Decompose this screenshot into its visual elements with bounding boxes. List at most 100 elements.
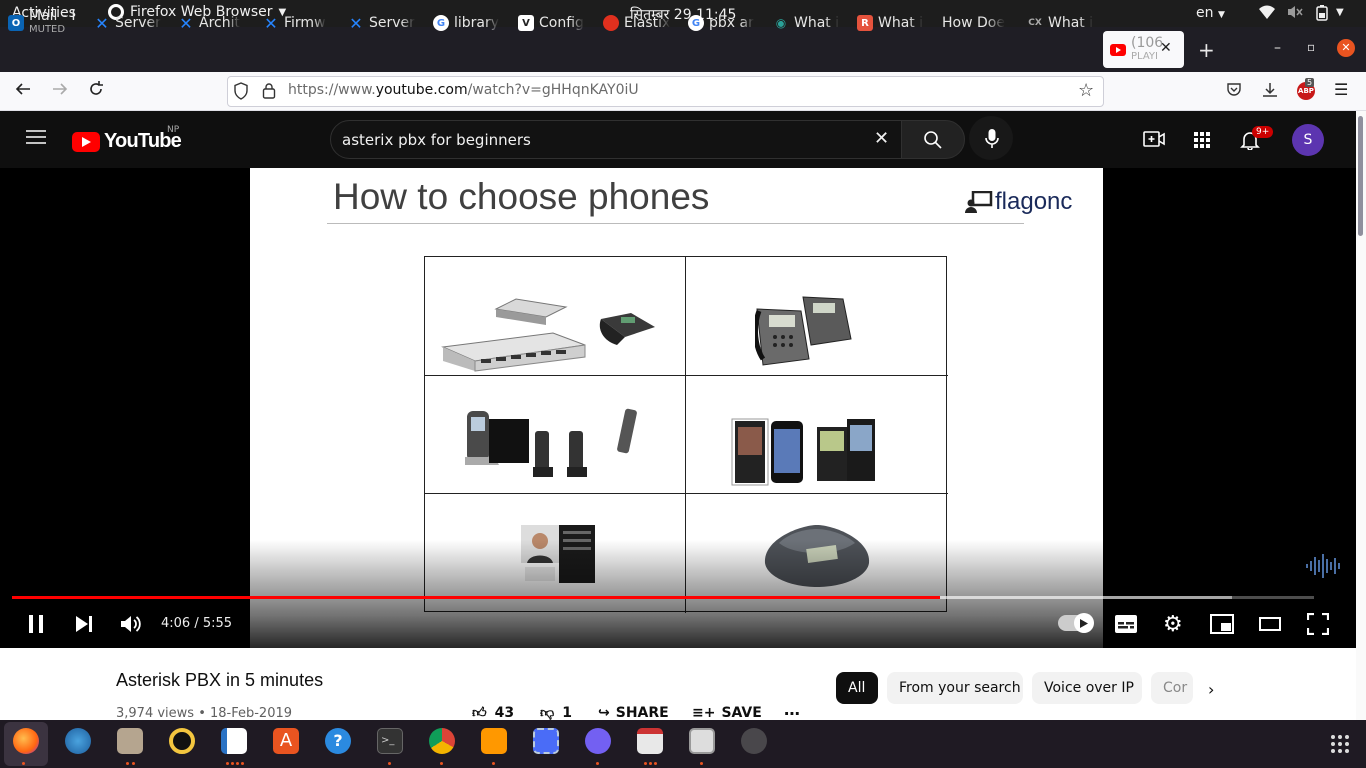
playlist-add-icon: ≡+ <box>692 705 716 721</box>
dislike-button[interactable]: 👎︎ 1 <box>540 704 572 722</box>
running-indicator <box>596 762 599 765</box>
cx-site-icon: CX <box>1028 18 1042 28</box>
chrome-icon[interactable] <box>429 728 455 754</box>
tab-library[interactable]: G library <box>433 6 505 40</box>
show-apps-grid-icon[interactable] <box>1330 734 1350 758</box>
document-viewer-icon[interactable] <box>689 728 715 754</box>
firefox-icon[interactable] <box>13 728 39 754</box>
maximize-icon[interactable]: ▫ <box>1307 40 1315 54</box>
tab-label: Server <box>369 15 415 31</box>
downloads-icon[interactable] <box>1261 81 1279 103</box>
viber-icon[interactable] <box>585 728 611 754</box>
guide-menu-icon[interactable] <box>26 129 46 149</box>
writer-icon[interactable] <box>221 728 247 754</box>
tracking-shield-icon[interactable] <box>233 82 249 104</box>
taskbar-dock <box>0 720 1366 768</box>
close-window-icon[interactable]: ✕ <box>1337 39 1355 57</box>
forward-arrow-icon[interactable] <box>51 80 69 102</box>
clear-search-icon[interactable]: ✕ <box>874 128 889 149</box>
share-button[interactable]: ↪ SHARE <box>598 705 669 721</box>
tab-what-2[interactable]: R What i <box>857 6 929 40</box>
sublime-text-icon[interactable] <box>481 728 507 754</box>
wifi-icon[interactable] <box>1258 4 1276 24</box>
running-indicator <box>700 762 703 765</box>
lock-icon[interactable] <box>262 82 276 103</box>
software-center-icon[interactable]: A <box>273 728 299 754</box>
running-indicator <box>644 762 647 765</box>
url-path: /watch?v=gHHqnKAY0iU <box>467 82 639 98</box>
scrollbar-thumb[interactable] <box>1358 116 1363 236</box>
pause-icon[interactable] <box>26 614 46 638</box>
save-button[interactable]: ≡+ SAVE <box>692 705 762 721</box>
back-arrow-icon[interactable] <box>14 80 32 102</box>
chip-voice-over-ip[interactable]: Voice over IP <box>1032 672 1142 704</box>
tab-how-does[interactable]: How Doe <box>942 6 1014 40</box>
tab-mail[interactable]: O Mail - I MUTED <box>8 6 80 40</box>
autoplay-toggle[interactable] <box>1058 613 1094 633</box>
running-indicator <box>126 762 129 765</box>
hamburger-menu-icon[interactable]: ☰ <box>1334 80 1348 99</box>
bookmark-star-icon[interactable]: ☆ <box>1078 80 1094 101</box>
running-indicator <box>440 762 443 765</box>
tab-what-3[interactable]: CX What i <box>1027 6 1099 40</box>
chip-cor[interactable]: Cor <box>1151 672 1193 704</box>
rhythmbox-icon[interactable] <box>169 728 195 754</box>
url-text[interactable]: https://www.youtube.com/watch?v=gHHqnKAY… <box>288 82 639 98</box>
youtube-play-icon <box>72 131 100 152</box>
share-arrow-icon: ↪ <box>598 705 610 721</box>
chevron-right-icon[interactable]: › <box>1208 680 1214 699</box>
video-title: Asterisk PBX in 5 minutes <box>116 670 324 690</box>
tab-server-1[interactable]: ✕ Server <box>94 6 166 40</box>
tab-label: What i <box>794 15 840 31</box>
next-video-icon[interactable] <box>74 614 94 638</box>
theater-mode-icon[interactable] <box>1259 616 1281 635</box>
minimize-icon[interactable]: – <box>1274 40 1281 56</box>
tab-label: Firmw <box>284 15 326 31</box>
create-video-icon[interactable] <box>1143 130 1165 152</box>
chip-all[interactable]: All <box>836 672 878 704</box>
system-menu-chevron-icon[interactable]: ▼ <box>1336 7 1344 18</box>
autoplay-play-icon <box>1074 613 1094 633</box>
ata-switch-phone-image <box>441 298 655 372</box>
running-indicator <box>388 762 391 765</box>
tab-server-2[interactable]: ✕ Server <box>348 6 420 40</box>
disk-icon[interactable] <box>741 728 767 754</box>
like-button[interactable]: 👍︎ 43 <box>472 704 515 722</box>
search-input[interactable]: asterix pbx for beginners <box>342 131 531 149</box>
files-icon[interactable] <box>117 728 143 754</box>
tab-label: Config <box>539 15 584 31</box>
help-icon[interactable]: ? <box>325 728 351 754</box>
tab-what-1[interactable]: ◉ What i <box>773 6 845 40</box>
miniplayer-icon[interactable] <box>1210 614 1234 638</box>
terminal-icon[interactable]: >_ <box>377 728 403 754</box>
volume-muted-icon[interactable] <box>1287 5 1303 23</box>
apps-grid-icon[interactable] <box>1194 132 1210 152</box>
tab-archit[interactable]: ✕ Archit <box>178 6 250 40</box>
subtitles-icon[interactable] <box>1115 615 1137 637</box>
tab-elastix[interactable]: Elastix <box>603 6 675 40</box>
flagonc-logo: flagonc <box>965 188 1072 216</box>
battery-icon[interactable] <box>1316 5 1328 25</box>
tab-config[interactable]: V Config <box>518 6 590 40</box>
like-count: 43 <box>494 704 515 721</box>
tab-pbx[interactable]: G pbx ar <box>688 6 760 40</box>
close-tab-icon[interactable]: ✕ <box>1160 40 1172 56</box>
search-icon <box>923 130 943 154</box>
impress-icon[interactable] <box>637 728 663 754</box>
screenshot-tool-icon[interactable] <box>533 728 559 754</box>
tab-youtube-playing[interactable]: (106 PLAYI ✕ <box>1110 33 1180 67</box>
tab-label: What i <box>1048 15 1094 31</box>
fullscreen-icon[interactable] <box>1306 612 1330 639</box>
settings-gear-icon[interactable]: ⚙ <box>1163 612 1183 637</box>
chip-from-your-search[interactable]: From your search <box>887 672 1023 704</box>
avatar[interactable]: S <box>1292 124 1324 156</box>
language-indicator[interactable]: en ▼ <box>1196 5 1225 21</box>
youtube-logo[interactable]: YouTube <box>72 130 182 153</box>
pocket-icon[interactable] <box>1226 82 1242 102</box>
new-tab-button[interactable]: + <box>1198 38 1215 62</box>
tab-label: Server <box>115 15 161 31</box>
volume-icon[interactable] <box>120 614 142 638</box>
thunderbird-icon[interactable] <box>65 728 91 754</box>
tab-firmware[interactable]: ✕ Firmw <box>263 6 335 40</box>
reload-icon[interactable] <box>87 80 105 102</box>
